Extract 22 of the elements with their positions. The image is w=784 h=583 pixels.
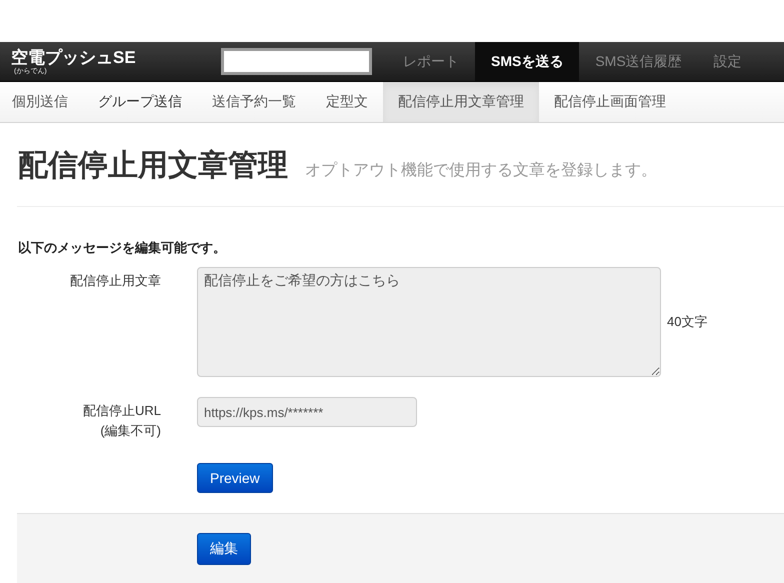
field-label: 配信停止URL: [82, 402, 161, 420]
subnav-tab[interactable]: 送信予約一覧: [197, 82, 311, 122]
subnav-tab[interactable]: 個別送信: [0, 82, 83, 122]
field-label: 配信停止用文章: [69, 272, 161, 290]
nav-tab[interactable]: レポート: [387, 42, 475, 81]
nav-tab[interactable]: SMS送信履歴: [579, 42, 698, 81]
preview-button[interactable]: Preview: [197, 463, 273, 493]
page-title: 配信停止用文章管理: [18, 148, 288, 184]
app-logo[interactable]: 空電プッシュSE: [11, 48, 221, 68]
page-subtitle: オプトアウト機能で使用する文章を登録します。: [305, 160, 657, 181]
search-field[interactable]: [221, 48, 372, 75]
edit-button[interactable]: 編集: [197, 533, 251, 565]
intro-text: 以下のメッセージを編集可能です。: [18, 239, 227, 257]
field-note: (編集不可): [99, 422, 161, 440]
subnav-tab[interactable]: グループ送信: [83, 82, 197, 122]
character-count: 40文字: [667, 313, 708, 331]
message-field[interactable]: 配信停止をご希望の方はこちら: [197, 267, 661, 377]
subnav-tab[interactable]: 配信停止画面管理: [539, 82, 681, 122]
subnav-tab[interactable]: 定型文: [311, 82, 383, 122]
nav-tab[interactable]: 設定: [698, 42, 758, 81]
subnav-tab[interactable]: 配信停止用文章管理: [383, 82, 539, 122]
nav-tab[interactable]: SMSを送る: [475, 42, 580, 81]
